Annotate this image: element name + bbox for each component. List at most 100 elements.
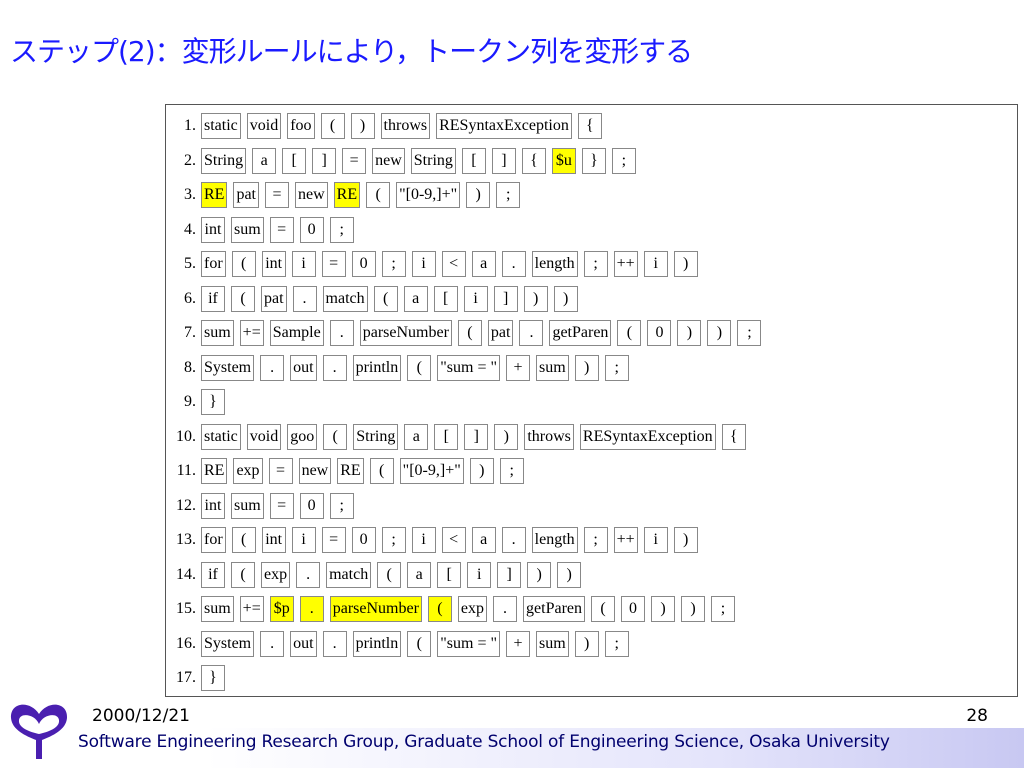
token: ] [497,561,522,588]
code-line: 9.} [166,387,231,417]
token: a [471,251,496,277]
token: < [441,251,466,277]
token: ( [231,285,255,312]
slide-title: ステップ(2)：変形ルールにより，トークン列を変形する [10,35,693,68]
line-number: 14. [176,565,196,583]
token: foo [287,113,315,139]
highlighted-token: RE [333,182,361,208]
token: i [411,251,436,277]
token: ( [407,630,432,657]
token: new [295,182,328,208]
highlighted-token: $p [269,596,294,622]
token: a [252,147,277,174]
highlighted-token: ( [427,596,452,622]
code-line: 1. static void foo() throws RESyntaxException… [166,111,608,141]
token: < [441,527,466,553]
token: ; [381,251,406,277]
token: ; [604,354,629,381]
highlighted-token: $u [551,147,576,174]
token: ) [707,320,732,346]
token: ( [231,527,256,553]
token: ( [231,251,256,277]
token: System [201,630,255,657]
token: = [269,492,294,519]
token: RE [201,458,228,484]
token: ) [673,251,698,277]
token: ] [493,285,518,312]
line-number: 6. [184,289,196,307]
token: { [521,147,546,174]
token: = [342,147,367,174]
token: getParen [523,596,585,622]
token: i [643,527,668,553]
token: ] [464,423,489,450]
token: i [291,251,316,277]
token: length [531,251,578,277]
token: int [261,527,286,553]
token: ( [320,113,345,139]
code-line: 11. RE exp = new RE("[0-9,]+"); [166,456,530,486]
token: { [577,113,602,139]
token: 0 [621,596,645,622]
line-number: 9. [184,393,196,410]
token: getParen [549,320,612,346]
code-line: 7. sum += Sample. parseNumber(pat. getParen(0… [166,318,767,348]
token: sum [231,492,264,519]
token: ) [523,285,548,312]
code-line: 16. System. out. println("sum = " + sum); [166,629,635,659]
token: 0 [299,216,324,243]
code-line: 17.} [166,663,231,693]
university-logo-icon [10,704,68,759]
token: int [201,492,225,519]
token: println [352,354,402,381]
token: i [467,561,492,588]
token: static [201,423,241,450]
token: ++ [613,251,638,277]
token: += [239,596,264,622]
highlighted-token: RE [201,182,228,208]
token: length [531,527,578,553]
token: ; [329,216,354,243]
token: RESyntaxException [579,423,716,450]
line-number: 7. [184,324,196,341]
token: ; [381,527,406,553]
token: ( [407,354,432,381]
token: ( [373,285,398,312]
token: . [501,527,526,553]
code-line: 2. String a[] = new String[]{$u}; [166,146,642,176]
code-line: 13. for(int i = 0; i < a. length; ++ i) [166,525,704,555]
token: "[0-9,]+" [396,182,461,208]
token: ) [574,354,599,381]
token: ) [651,596,675,622]
token: out [290,630,317,657]
token: += [239,320,264,346]
token: 0 [299,492,324,519]
line-number: 8. [184,358,196,376]
token: pat [487,320,514,346]
code-line: 12. int sum = 0; [166,491,360,521]
token: ( [377,561,402,588]
token: { [721,423,746,450]
token: "sum = " [437,630,501,657]
token: i [463,285,488,312]
token: a [404,423,429,450]
token: sum [201,596,234,622]
token: } [201,389,225,415]
token: . [322,630,347,657]
token: ; [737,320,762,346]
token: if [201,285,225,312]
token: [ [461,147,486,174]
line-number: 16. [176,634,196,652]
token: } [581,147,606,174]
highlighted-token: . [299,596,324,622]
token: if [201,561,225,588]
token: RE [337,458,364,484]
token: ; [496,182,521,208]
token: void [246,113,282,139]
token: . [329,320,354,346]
line-number: 11. [176,462,196,479]
code-line: 8. System. out. println("sum = " + sum); [166,353,635,383]
token: throws [524,423,574,450]
token: exp [457,596,488,622]
token: . [519,320,544,346]
